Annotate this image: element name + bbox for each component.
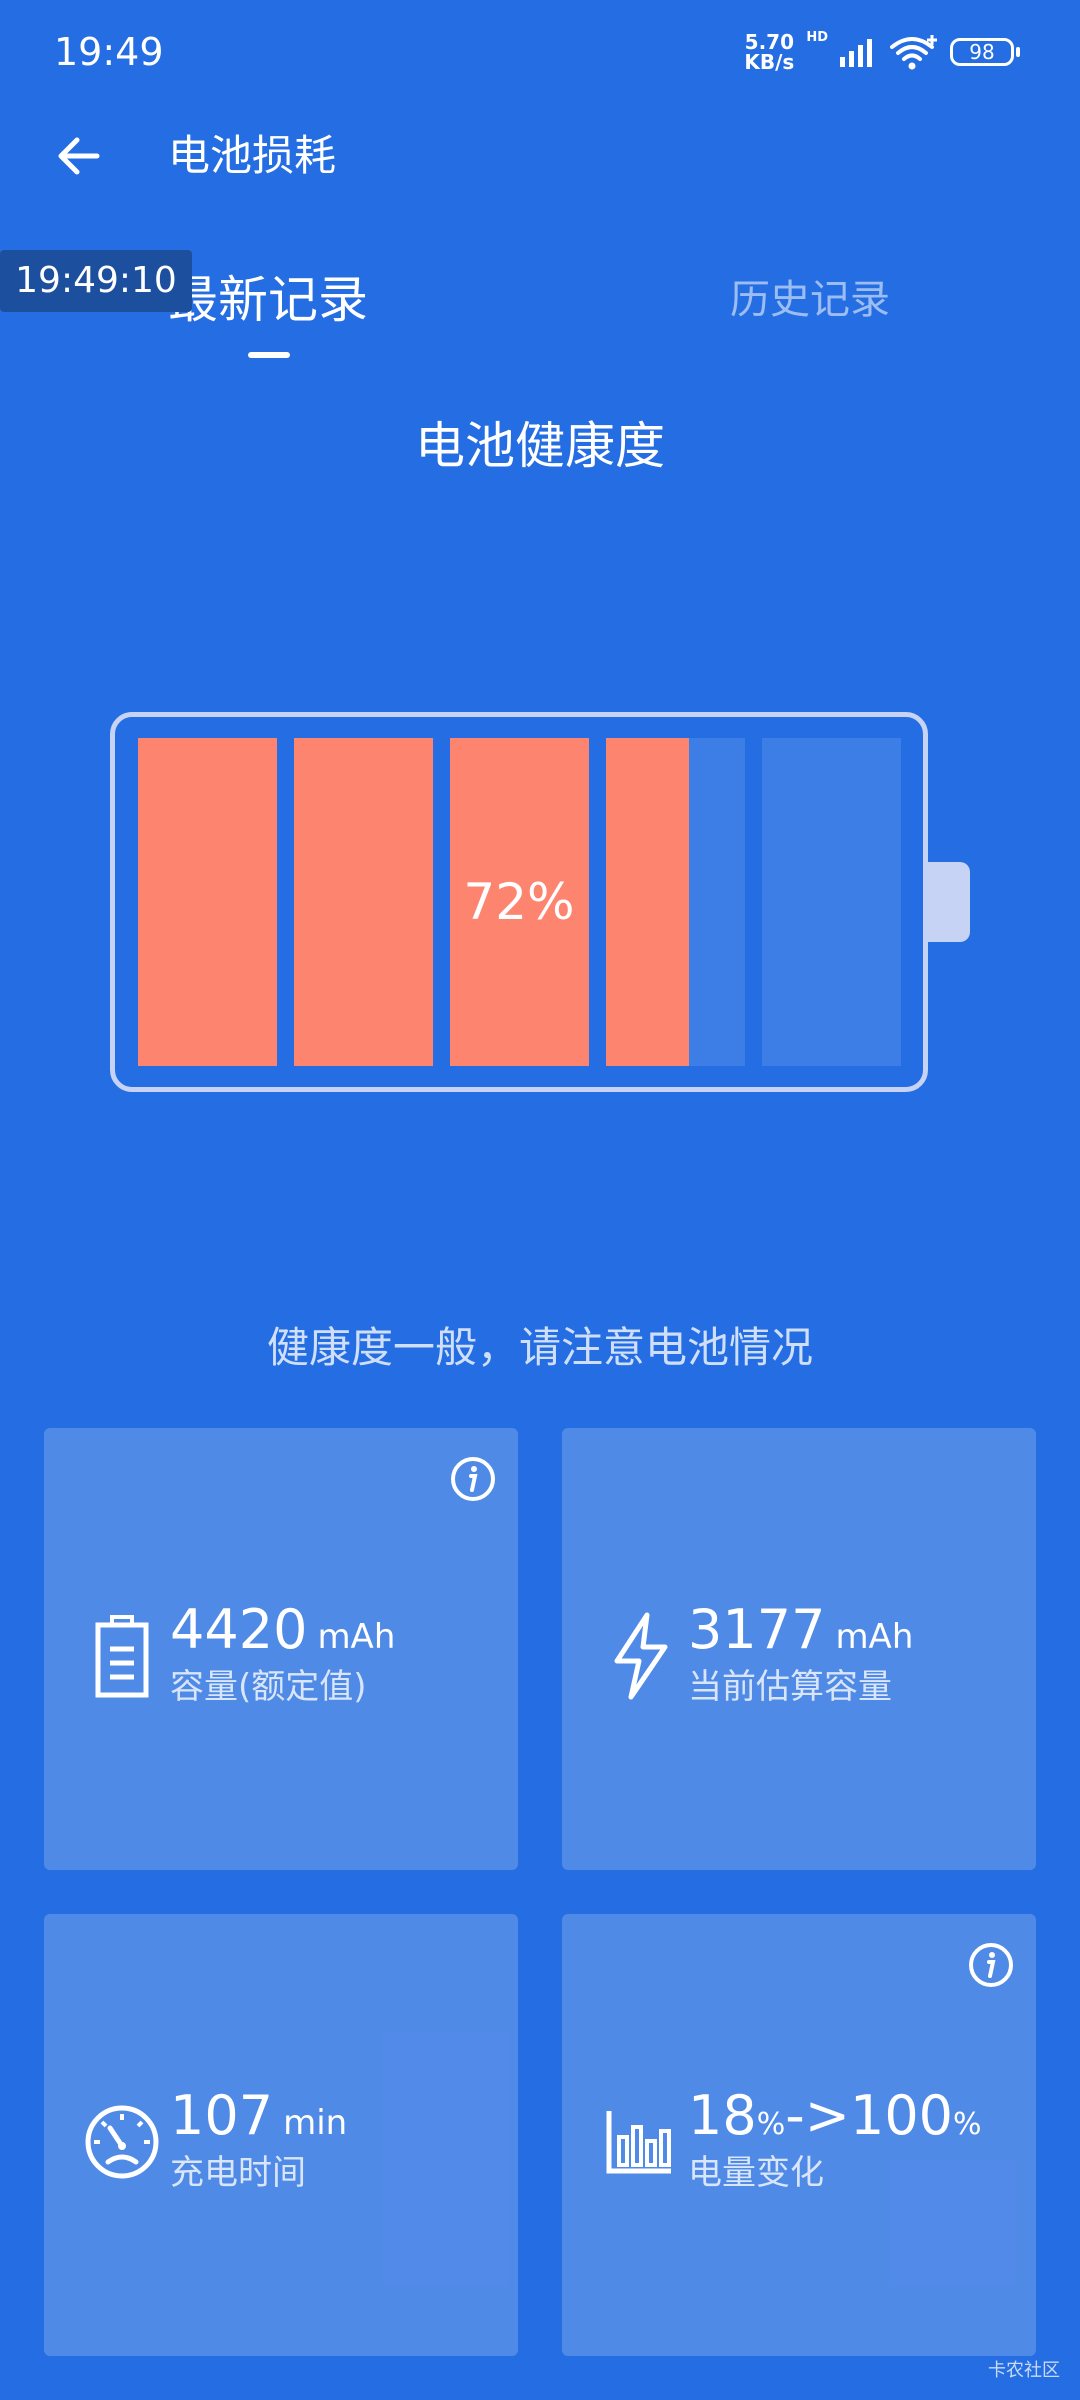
active-tab-indicator (248, 352, 290, 358)
status-icons: 5.70 KB/s HD 98 (744, 28, 1020, 76)
level-change-arrow: -> (785, 2084, 850, 2147)
level-change-start-unit: % (756, 2107, 786, 2142)
level-change-end-unit: % (953, 2107, 982, 2142)
battery-health-percent: 72% (463, 873, 575, 931)
level-change-end: 100 (849, 2084, 954, 2147)
network-speed: 5.70 KB/s (744, 32, 794, 72)
network-speed-unit: KB/s (744, 50, 795, 74)
rated-capacity-value: 4420 mAh (170, 1600, 395, 1673)
lightning-icon (588, 1604, 692, 1708)
status-time: 19:49 (54, 30, 164, 74)
status-battery-icon: 98 (950, 38, 1020, 66)
battery-health-status: 健康度一般，请注意电池情况 (266, 1323, 813, 1372)
rated-capacity-unit: mAh (317, 1617, 396, 1657)
charge-time-unit: min (283, 2103, 348, 2143)
hd-label: HD (806, 30, 828, 45)
charge-time-number: 107 (170, 2084, 274, 2147)
battery-icon (70, 1604, 174, 1708)
arrow-left-icon (58, 137, 100, 175)
back-button[interactable] (48, 126, 108, 186)
rated-capacity-info-button[interactable] (448, 1454, 498, 1504)
rated-capacity-card: 4420 mAh 容量(额定值) (44, 1428, 518, 1870)
level-change-value: 18%->100% (688, 2086, 982, 2159)
level-change-info-button[interactable] (966, 1940, 1016, 1990)
level-change-start: 18 (688, 2084, 757, 2147)
battery-health-title: 电池健康度 (415, 417, 665, 475)
rated-capacity-number: 4420 (170, 1598, 308, 1661)
page-title: 电池损耗 (168, 131, 337, 180)
estimated-capacity-card: 3177 mAh 当前估算容量 (562, 1428, 1036, 1870)
tab-latest-records[interactable]: 最新记录 (168, 268, 368, 332)
estimated-capacity-unit: mAh (835, 1617, 914, 1657)
status-battery-level: 98 (969, 40, 995, 64)
rated-capacity-label: 容量(额定值) (170, 1667, 367, 1707)
timestamp-overlay: 19:49:10 (0, 250, 192, 312)
watermark: 卡农社区 (988, 2360, 1060, 2381)
estimated-capacity-label: 当前估算容量 (688, 1667, 892, 1707)
charge-time-label: 充电时间 (170, 2153, 306, 2193)
estimated-capacity-value: 3177 mAh (688, 1600, 913, 1673)
info-icon (451, 1457, 495, 1501)
info-icon (969, 1943, 1013, 1987)
tab-history-records[interactable]: 历史记录 (730, 274, 890, 326)
speedometer-icon (70, 2090, 174, 2194)
charge-time-card: 107 min 充电时间 (44, 1914, 518, 2356)
cellular-signal-icon (840, 39, 872, 67)
bar-chart-icon (588, 2090, 692, 2194)
network-speed-value: 5.70 (744, 30, 795, 54)
charge-time-value: 107 min (170, 2086, 347, 2159)
wifi-icon (890, 35, 937, 70)
estimated-capacity-number: 3177 (688, 1598, 826, 1661)
level-change-card: 18%->100% 电量变化 (562, 1914, 1036, 2356)
battery-terminal (928, 862, 970, 942)
level-change-label: 电量变化 (688, 2153, 824, 2193)
